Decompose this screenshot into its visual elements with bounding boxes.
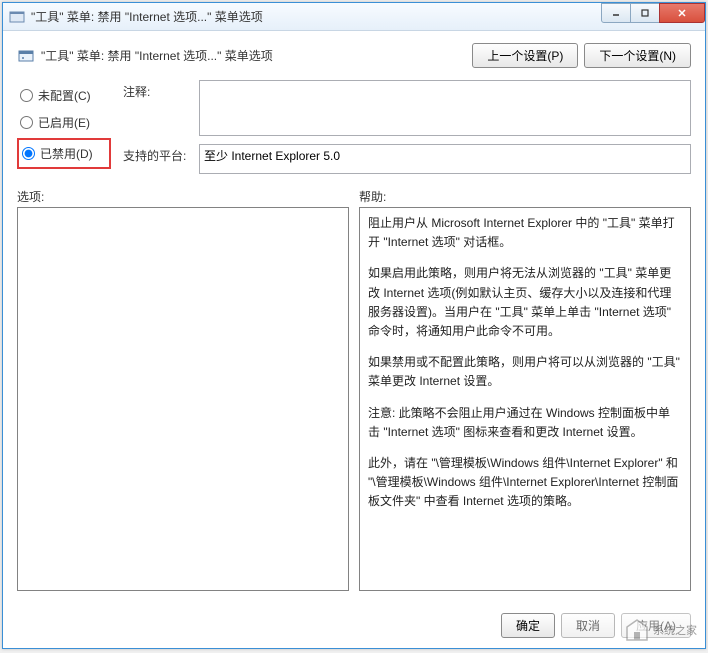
help-panel[interactable]: 阻止用户从 Microsoft Internet Explorer 中的 "工具… xyxy=(359,207,691,591)
window-title: "工具" 菜单: 禁用 "Internet 选项..." 菜单选项 xyxy=(31,8,263,25)
options-label: 选项: xyxy=(17,188,349,205)
policy-title: "工具" 菜单: 禁用 "Internet 选项..." 菜单选项 xyxy=(41,47,472,64)
state-radio-group: 未配置(C) 已启用(E) 已禁用(D) xyxy=(17,80,111,174)
next-setting-button[interactable]: 下一个设置(N) xyxy=(584,43,691,68)
ok-button[interactable]: 确定 xyxy=(501,613,555,638)
options-column: 选项: xyxy=(17,188,349,591)
radio-not-configured-label: 未配置(C) xyxy=(38,87,91,104)
app-icon xyxy=(9,9,25,25)
maximize-button[interactable] xyxy=(630,3,660,23)
radio-disabled-input[interactable] xyxy=(22,147,35,160)
config-area: 未配置(C) 已启用(E) 已禁用(D) 注释: xyxy=(17,80,691,174)
radio-enabled-input[interactable] xyxy=(20,116,33,129)
main-split: 选项: 帮助: 阻止用户从 Microsoft Internet Explore… xyxy=(17,188,691,591)
selected-radio-highlight: 已禁用(D) xyxy=(17,138,111,169)
help-column: 帮助: 阻止用户从 Microsoft Internet Explorer 中的… xyxy=(359,188,691,591)
cancel-button[interactable]: 取消 xyxy=(561,613,615,638)
help-paragraph: 阻止用户从 Microsoft Internet Explorer 中的 "工具… xyxy=(368,214,682,252)
help-label: 帮助: xyxy=(359,188,691,205)
prev-setting-button[interactable]: 上一个设置(P) xyxy=(472,43,578,68)
radio-not-configured-input[interactable] xyxy=(20,89,33,102)
platform-input xyxy=(199,144,691,174)
radio-enabled-label: 已启用(E) xyxy=(38,114,90,131)
radio-disabled[interactable]: 已禁用(D) xyxy=(20,143,108,164)
radio-enabled[interactable]: 已启用(E) xyxy=(17,109,111,136)
window-controls xyxy=(602,3,705,23)
comment-row: 注释: xyxy=(123,80,691,136)
dialog-window: "工具" 菜单: 禁用 "Internet 选项..." 菜单选项 "工具" 菜… xyxy=(2,2,706,649)
platform-row: 支持的平台: xyxy=(123,144,691,174)
radio-not-configured[interactable]: 未配置(C) xyxy=(17,82,111,109)
dialog-content: "工具" 菜单: 禁用 "Internet 选项..." 菜单选项 上一个设置(… xyxy=(3,31,705,603)
help-paragraph: 如果禁用或不配置此策略，则用户将可以从浏览器的 "工具" 菜单更改 Intern… xyxy=(368,353,682,391)
radio-disabled-label: 已禁用(D) xyxy=(40,145,93,162)
help-paragraph: 此外，请在 "\管理模板\Windows 组件\Internet Explore… xyxy=(368,454,682,512)
comment-label: 注释: xyxy=(123,80,191,100)
options-panel[interactable] xyxy=(17,207,349,591)
apply-button[interactable]: 应用(A) xyxy=(621,613,691,638)
policy-icon xyxy=(17,47,35,65)
titlebar: "工具" 菜单: 禁用 "Internet 选项..." 菜单选项 xyxy=(3,3,705,31)
help-paragraph: 注意: 此策略不会阻止用户通过在 Windows 控制面板中单击 "Intern… xyxy=(368,404,682,442)
minimize-button[interactable] xyxy=(601,3,631,23)
header-row: "工具" 菜单: 禁用 "Internet 选项..." 菜单选项 上一个设置(… xyxy=(17,43,691,68)
nav-buttons: 上一个设置(P) 下一个设置(N) xyxy=(472,43,691,68)
dialog-footer: 确定 取消 应用(A) 系统之家 xyxy=(3,603,705,648)
comment-input[interactable] xyxy=(199,80,691,136)
help-paragraph: 如果启用此策略，则用户将无法从浏览器的 "工具" 菜单更改 Internet 选… xyxy=(368,264,682,341)
fields-area: 注释: 支持的平台: xyxy=(123,80,691,174)
close-button[interactable] xyxy=(659,3,705,23)
platform-label: 支持的平台: xyxy=(123,144,191,164)
